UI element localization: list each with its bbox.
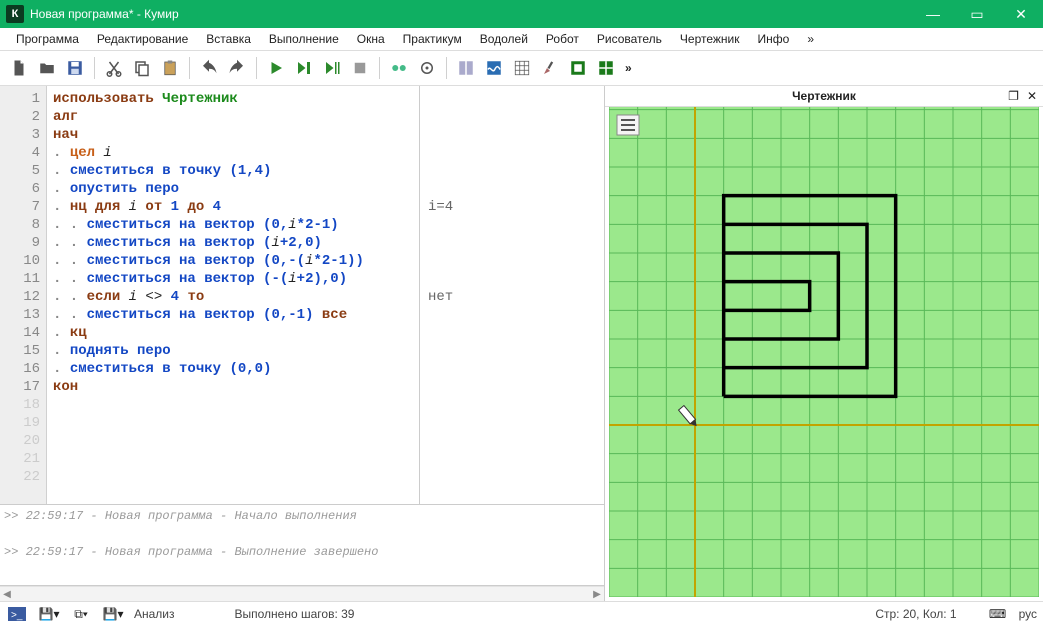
- menu-chertezhnik[interactable]: Чертежник: [672, 30, 748, 48]
- stop-button[interactable]: [347, 55, 373, 81]
- canvas-area[interactable]: [605, 107, 1043, 601]
- grid-button[interactable]: [509, 55, 535, 81]
- menu-info[interactable]: Инфо: [750, 30, 798, 48]
- menu-run[interactable]: Выполнение: [261, 30, 347, 48]
- steps-label: Выполнено шагов: 39: [235, 607, 355, 621]
- menu-practice[interactable]: Практикум: [395, 30, 470, 48]
- panel-detach-button[interactable]: ❐: [1008, 89, 1019, 103]
- redo-button[interactable]: [224, 55, 250, 81]
- panel-title: Чертежник: [792, 89, 856, 103]
- code-line[interactable]: . поднять перо: [53, 342, 413, 360]
- actor-robot-button[interactable]: [386, 55, 412, 81]
- brush-button[interactable]: [537, 55, 563, 81]
- editor-margin: i=4 нет: [419, 86, 604, 504]
- window-title: Новая программа* - Кумир: [30, 7, 179, 21]
- code-line[interactable]: использовать Чертежник: [53, 90, 413, 108]
- green-panel-1-button[interactable]: [565, 55, 591, 81]
- save-button[interactable]: [62, 55, 88, 81]
- output-console[interactable]: >> 22:59:17 - Новая программа - Начало в…: [0, 505, 604, 586]
- code-line[interactable]: [53, 396, 413, 414]
- code-line[interactable]: . . если i <> 4 то: [53, 288, 413, 306]
- code-line[interactable]: . нц для i от 1 до 4: [53, 198, 413, 216]
- code-line[interactable]: кон: [53, 378, 413, 396]
- menu-edit[interactable]: Редактирование: [89, 30, 196, 48]
- undo-button[interactable]: [196, 55, 222, 81]
- save-status-icon[interactable]: 💾▾: [38, 605, 60, 623]
- title-bar: К Новая программа* - Кумир ― ▭ ✕: [0, 0, 1043, 28]
- code-line[interactable]: . опустить перо: [53, 180, 413, 198]
- panel-close-button[interactable]: ✕: [1027, 89, 1037, 103]
- code-line[interactable]: [53, 432, 413, 450]
- menu-program[interactable]: Программа: [8, 30, 87, 48]
- new-file-button[interactable]: [6, 55, 32, 81]
- minimize-button[interactable]: ―: [911, 0, 955, 28]
- code-line[interactable]: [53, 450, 413, 468]
- panel-header: Чертежник ❐ ✕: [605, 86, 1043, 107]
- menu-drawer[interactable]: Рисователь: [589, 30, 670, 48]
- code-line[interactable]: . кц: [53, 324, 413, 342]
- actor-settings-button[interactable]: [414, 55, 440, 81]
- maximize-button[interactable]: ▭: [955, 0, 999, 28]
- keyboard-icon[interactable]: ⌨: [987, 605, 1009, 623]
- analysis-label: Анализ: [134, 607, 175, 621]
- open-file-button[interactable]: [34, 55, 60, 81]
- close-button[interactable]: ✕: [999, 0, 1043, 28]
- step-over-button[interactable]: [319, 55, 345, 81]
- code-line[interactable]: . . сместиться на вектор (0,-1) все: [53, 306, 413, 324]
- code-line[interactable]: [53, 468, 413, 486]
- code-editor[interactable]: использовать Чертежникалгнач . цел i . с…: [47, 86, 419, 504]
- horizontal-scrollbar[interactable]: ◀ ▶: [0, 586, 604, 601]
- line-gutter: 12345678910111213141516171819202122: [0, 86, 47, 504]
- app-icon: К: [6, 5, 24, 23]
- run-button[interactable]: [263, 55, 289, 81]
- green-panel-2-button[interactable]: [593, 55, 619, 81]
- code-line[interactable]: алг: [53, 108, 413, 126]
- code-line[interactable]: . . сместиться на вектор (-(i+2),0): [53, 270, 413, 288]
- menu-insert[interactable]: Вставка: [198, 30, 259, 48]
- code-line[interactable]: . . сместиться на вектор (0,i*2-1): [53, 216, 413, 234]
- cut-button[interactable]: [101, 55, 127, 81]
- scroll-left-arrow[interactable]: ◀: [0, 587, 14, 601]
- save-2-status-icon[interactable]: 💾▾: [102, 605, 124, 623]
- toggle-margin-button[interactable]: [453, 55, 479, 81]
- menu-bar: Программа Редактирование Вставка Выполне…: [0, 28, 1043, 51]
- copy-button[interactable]: [129, 55, 155, 81]
- blue-panel-button[interactable]: [481, 55, 507, 81]
- code-line[interactable]: . . сместиться на вектор (0,-(i*2-1)): [53, 252, 413, 270]
- copy-status-icon[interactable]: ⧉▾: [70, 605, 92, 623]
- code-line[interactable]: . . сместиться на вектор (i+2,0): [53, 234, 413, 252]
- code-line[interactable]: . сместиться в точку (1,4): [53, 162, 413, 180]
- code-line[interactable]: . цел i: [53, 144, 413, 162]
- menu-more[interactable]: »: [799, 30, 822, 48]
- paste-button[interactable]: [157, 55, 183, 81]
- menu-robot[interactable]: Робот: [538, 30, 587, 48]
- cursor-pos-label: Стр: 20, Кол: 1: [875, 607, 956, 621]
- svg-text:>_: >_: [11, 610, 23, 621]
- console-toggle-button[interactable]: >_: [6, 605, 28, 623]
- menu-vodoley[interactable]: Водолей: [472, 30, 536, 48]
- toolbar-overflow[interactable]: »: [625, 61, 632, 75]
- toolbar: »: [0, 51, 1043, 86]
- code-line[interactable]: нач: [53, 126, 413, 144]
- lang-label[interactable]: рус: [1019, 607, 1037, 621]
- code-line[interactable]: . сместиться в точку (0,0): [53, 360, 413, 378]
- scroll-right-arrow[interactable]: ▶: [590, 587, 604, 601]
- menu-windows[interactable]: Окна: [349, 30, 393, 48]
- code-line[interactable]: [53, 414, 413, 432]
- step-button[interactable]: [291, 55, 317, 81]
- drawing-canvas[interactable]: [609, 107, 1039, 597]
- status-bar: >_ 💾▾ ⧉▾ 💾▾ Анализ Выполнено шагов: 39 С…: [0, 601, 1043, 623]
